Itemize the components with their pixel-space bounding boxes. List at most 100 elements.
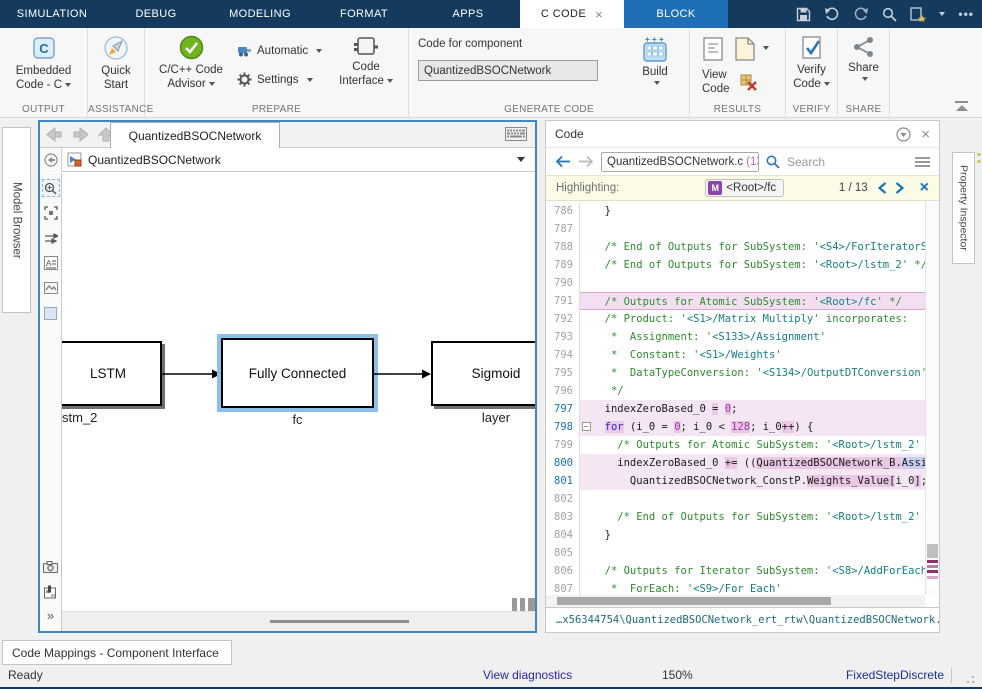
report-doc-icon[interactable]	[734, 36, 756, 62]
tab-block[interactable]: BLOCK	[624, 0, 728, 28]
line-number[interactable]: 802	[546, 490, 580, 508]
tab-c-code[interactable]: C CODE ×	[520, 0, 624, 28]
zoom-in-icon[interactable]	[42, 179, 60, 197]
line-number[interactable]: 786	[546, 202, 580, 220]
automatic-button[interactable]: Automatic	[237, 44, 322, 57]
block-lstm[interactable]: LSTM	[62, 341, 162, 406]
remove-highlighting-icon[interactable]	[740, 74, 758, 92]
breadcrumb-dropdown-icon[interactable]	[517, 157, 525, 162]
view-code-label[interactable]: View Code	[702, 68, 742, 97]
quick-start-button[interactable]: Quick Start	[88, 35, 144, 93]
code-line[interactable]: 798− for (i_0 = 0; i_0 < 128; i_0++) {	[546, 418, 925, 436]
line-number[interactable]: 805	[546, 544, 580, 562]
qab-dropdown-caret-icon[interactable]	[939, 12, 945, 16]
image-annotation-icon[interactable]	[42, 279, 60, 297]
code-mappings-bar[interactable]: Code Mappings - Component Interface	[2, 640, 232, 665]
code-line[interactable]: 801 QuantizedBSOCNetwork_ConstP.Weights_…	[546, 472, 925, 490]
code-hscrollbar[interactable]	[546, 595, 925, 607]
signal-routing-icon[interactable]	[42, 229, 60, 247]
block-lstm-name[interactable]: stm_2	[62, 410, 114, 425]
line-number[interactable]: 801	[546, 472, 580, 490]
line-number[interactable]: 807	[546, 580, 580, 595]
save-icon[interactable]	[796, 7, 811, 22]
tab-modeling[interactable]: MODELING	[208, 0, 312, 28]
code-line[interactable]: 795 * DataTypeConversion: '<S134>/Output…	[546, 364, 925, 382]
line-number[interactable]: 790	[546, 274, 580, 292]
panel-menu-icon[interactable]	[896, 127, 911, 142]
clear-highlighting-icon[interactable]: ×	[920, 180, 929, 196]
line-number[interactable]: 804	[546, 526, 580, 544]
block-sigmoid[interactable]: Sigmoid	[431, 341, 535, 406]
code-line[interactable]: 790	[546, 274, 925, 292]
next-match-icon[interactable]	[895, 182, 904, 194]
code-line[interactable]: 800 indexZeroBased_0 += ((QuantizedBSOCN…	[546, 454, 925, 472]
view-diagnostics-link[interactable]: View diagnostics	[483, 668, 572, 682]
canvas-doc-tab[interactable]: QuantizedBSOCNetwork	[110, 122, 280, 148]
verify-code-button[interactable]: Verify Code	[786, 35, 837, 92]
code-line[interactable]: 804 }	[546, 526, 925, 544]
code-line[interactable]: 806 /* Outputs for Iterator SubSystem: '…	[546, 562, 925, 580]
undo-icon[interactable]	[824, 7, 840, 21]
model-browser-tab[interactable]: Model Browser	[2, 127, 31, 313]
code-line[interactable]: 791 /* Outputs for Atomic SubSystem: '<R…	[546, 292, 925, 310]
embedded-code-button[interactable]: C Embedded Code - C	[0, 35, 87, 93]
highlight-target-pill[interactable]: M <Root>/fc	[705, 179, 784, 197]
block-sigmoid-name[interactable]: layer	[431, 410, 535, 425]
palette-collapse-button[interactable]	[40, 148, 62, 172]
search-input[interactable]	[785, 154, 865, 170]
code-line[interactable]: 787	[546, 220, 925, 238]
line-number[interactable]: 792	[546, 310, 580, 328]
canvas-hscrollbar[interactable]	[62, 611, 535, 631]
code-line[interactable]: 796 */	[546, 382, 925, 400]
tab-apps[interactable]: APPS	[416, 0, 520, 28]
view-code-doc-icon[interactable]	[702, 36, 726, 62]
block-fully-connected-name[interactable]: fc	[221, 412, 374, 427]
build-button[interactable]: +++ Build	[631, 35, 679, 85]
area-box-icon[interactable]	[42, 304, 60, 322]
code-line[interactable]: 794 * Constant: '<S1>/Weights'	[546, 346, 925, 364]
tab-simulation[interactable]: SIMULATION	[0, 0, 104, 28]
line-number[interactable]: 789	[546, 256, 580, 274]
code-options-menu-icon[interactable]	[915, 155, 930, 169]
close-c-code-tab-icon[interactable]: ×	[595, 8, 603, 21]
code-line[interactable]: 793 * Assignment: '<S133>/Assignment'	[546, 328, 925, 346]
resize-grip[interactable]	[964, 673, 974, 683]
code-line[interactable]: 802	[546, 490, 925, 508]
line-number[interactable]: 795	[546, 364, 580, 382]
line-number[interactable]: 798	[546, 418, 580, 436]
search-icon[interactable]	[766, 155, 780, 169]
line-number[interactable]: 787	[546, 220, 580, 238]
code-line[interactable]: 788 /* End of Outputs for SubSystem: '<S…	[546, 238, 925, 256]
solver-name[interactable]: FixedStepDiscrete	[846, 668, 944, 682]
share-button[interactable]: Share	[838, 35, 889, 81]
property-inspector-tab[interactable]: Property Inspector	[952, 152, 975, 264]
redo-icon[interactable]	[853, 7, 869, 21]
palette-expand-icon[interactable]: »	[40, 608, 61, 623]
canvas-hscroll-thumb[interactable]	[270, 620, 409, 623]
signal-wire[interactable]	[374, 367, 432, 381]
code-line[interactable]: 786 }	[546, 202, 925, 220]
code-back-icon[interactable]	[555, 155, 571, 168]
line-number[interactable]: 793	[546, 328, 580, 346]
settings-button[interactable]: Settings	[237, 72, 313, 87]
annotation-icon[interactable]: A	[42, 254, 60, 272]
keyboard-icon[interactable]	[505, 127, 527, 141]
line-number[interactable]: 799	[546, 436, 580, 454]
code-line[interactable]: 789 /* End of Outputs for SubSystem: '<R…	[546, 256, 925, 274]
line-number[interactable]: 800	[546, 454, 580, 472]
code-line[interactable]: 799 /* Outputs for Atomic SubSystem: '<R…	[546, 436, 925, 454]
variant-legend-icon[interactable]	[42, 583, 60, 601]
line-number[interactable]: 797	[546, 400, 580, 418]
fold-toggle-icon[interactable]: −	[580, 418, 592, 436]
tab-format[interactable]: FORMAT	[312, 0, 416, 28]
line-number[interactable]: 803	[546, 508, 580, 526]
block-fully-connected[interactable]: Fully Connected	[221, 338, 374, 408]
search-icon[interactable]	[882, 7, 897, 22]
code-hscroll-thumb[interactable]	[557, 597, 831, 605]
code-line[interactable]: 797 indexZeroBased_0 = 0;	[546, 400, 925, 418]
tab-debug[interactable]: DEBUG	[104, 0, 208, 28]
code-vscrollbar[interactable]	[925, 202, 939, 595]
file-selector-dropdown[interactable]: QuantizedBSOCNetwork.c (13)	[601, 152, 759, 172]
line-number[interactable]: 806	[546, 562, 580, 580]
code-line[interactable]: 807 * ForEach: '<S9>/For Each'	[546, 580, 925, 595]
